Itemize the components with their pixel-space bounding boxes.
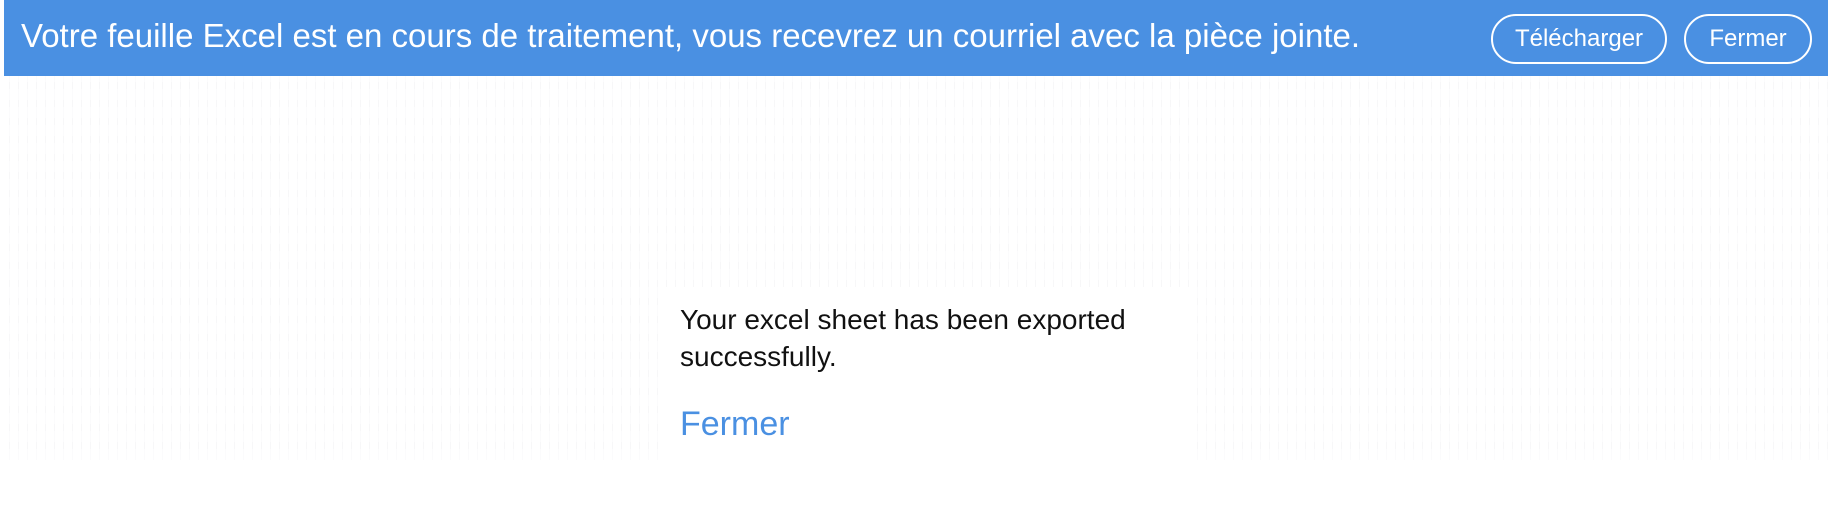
- dialog-message: Your excel sheet has been exported succe…: [680, 304, 1126, 372]
- banner-close-button[interactable]: Fermer: [1684, 14, 1812, 64]
- download-button[interactable]: Télécharger: [1491, 14, 1667, 64]
- dialog-close-link[interactable]: Fermer: [680, 404, 790, 444]
- page: Votre feuille Excel est en cours de trai…: [0, 0, 1831, 532]
- banner-message: Votre feuille Excel est en cours de trai…: [21, 17, 1361, 54]
- notification-banner: Votre feuille Excel est en cours de trai…: [4, 0, 1828, 76]
- export-success-dialog: Your excel sheet has been exported succe…: [660, 287, 1190, 462]
